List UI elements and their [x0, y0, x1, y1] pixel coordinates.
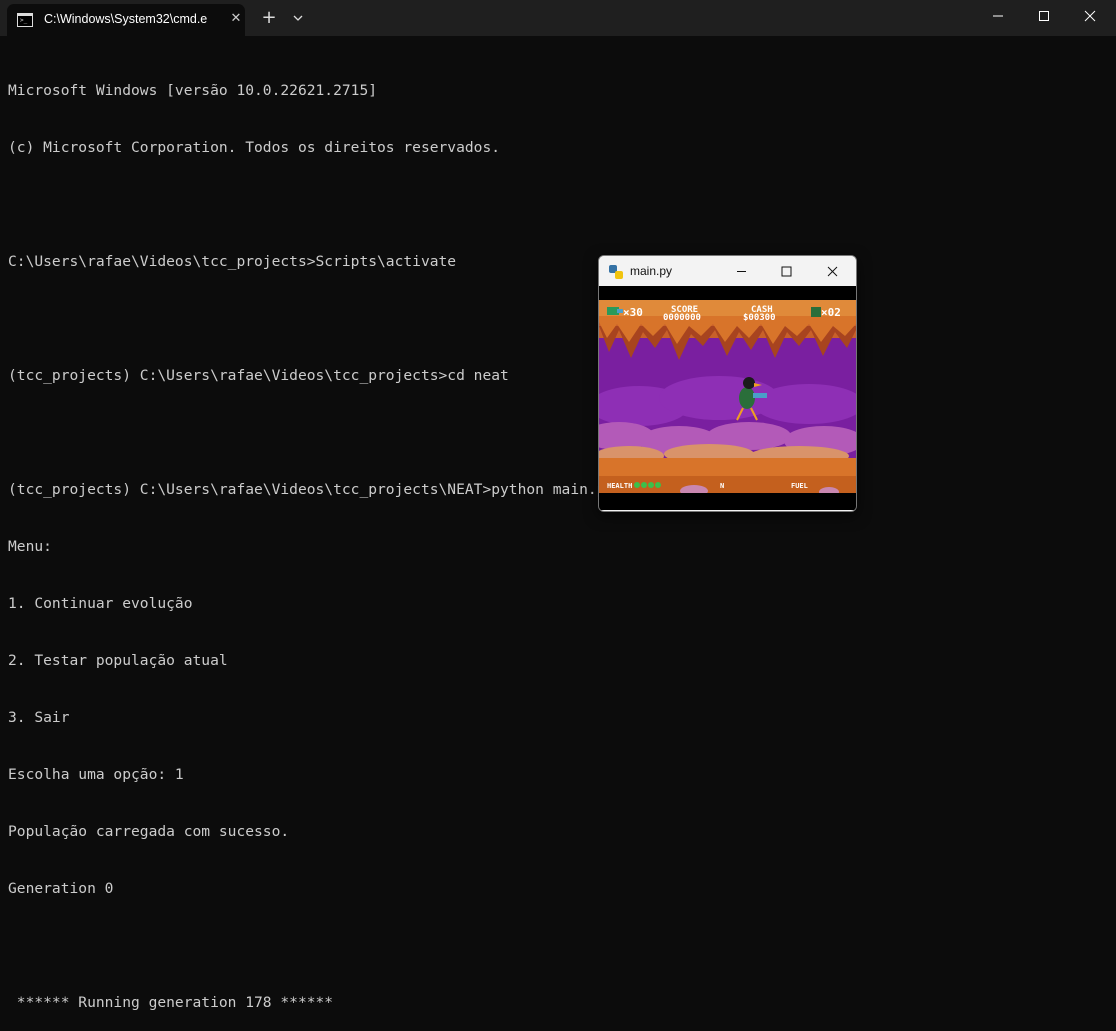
console-line: 2. Testar população atual: [8, 652, 228, 669]
console-line: População carregada com sucesso.: [8, 823, 290, 840]
console-line: (c) Microsoft Corporation. Todos os dire…: [8, 139, 501, 156]
game-minimize-button[interactable]: [726, 260, 756, 282]
console-line: (tcc_projects) C:\Users\rafae\Videos\tcc…: [8, 367, 509, 384]
console-line: 1. Continuar evolução: [8, 595, 193, 612]
fuel-label: FUEL: [791, 482, 808, 490]
terminal-titlebar: >_ C:\Windows\System32\cmd.e ✕ +: [0, 0, 1116, 36]
game-maximize-button[interactable]: [771, 260, 801, 282]
console-line: Menu:: [8, 538, 52, 555]
console-line: ****** Running generation 178 ******: [8, 994, 334, 1011]
cash-value: $00300: [743, 313, 776, 323]
n-indicator: N: [720, 482, 724, 490]
minimize-button[interactable]: [975, 0, 1021, 32]
game-window-title: main.py: [630, 264, 673, 278]
new-tab-button[interactable]: +: [259, 8, 279, 28]
tab-close-icon[interactable]: ✕: [228, 11, 244, 27]
close-button[interactable]: [1067, 0, 1113, 32]
game-canvas[interactable]: ×30 SCORE 0000000 CASH $00300 ×02 HEALTH: [599, 286, 856, 510]
chevron-down-icon[interactable]: [290, 10, 306, 26]
health-label: HEALTH: [607, 482, 632, 490]
console-output[interactable]: Microsoft Windows [versão 10.0.22621.271…: [8, 43, 1098, 1031]
console-line: Generation 0: [8, 880, 114, 897]
console-line: Microsoft Windows [versão 10.0.22621.271…: [8, 82, 378, 99]
extra-count: ×02: [821, 306, 841, 319]
game-window-titlebar[interactable]: main.py: [599, 256, 856, 286]
extra-icon: [811, 307, 821, 317]
lives-count: ×30: [623, 306, 643, 319]
console-line: 3. Sair: [8, 709, 70, 726]
cmd-icon: >_: [17, 13, 33, 27]
game-window[interactable]: main.py ×30 SCORE 0000000 CASH $00300 ×0…: [598, 255, 857, 512]
maximize-button[interactable]: [1021, 0, 1067, 32]
console-line: (tcc_projects) C:\Users\rafae\Videos\tcc…: [8, 481, 615, 498]
console-line: Escolha uma opção: 1: [8, 766, 184, 783]
console-line: C:\Users\rafae\Videos\tcc_projects>Scrip…: [8, 253, 457, 270]
game-close-button[interactable]: [817, 260, 847, 282]
tab-title: C:\Windows\System32\cmd.e: [44, 12, 208, 26]
python-icon: [609, 264, 623, 279]
score-value: 0000000: [663, 313, 701, 323]
tab-cmd[interactable]: >_ C:\Windows\System32\cmd.e ✕: [7, 4, 245, 36]
